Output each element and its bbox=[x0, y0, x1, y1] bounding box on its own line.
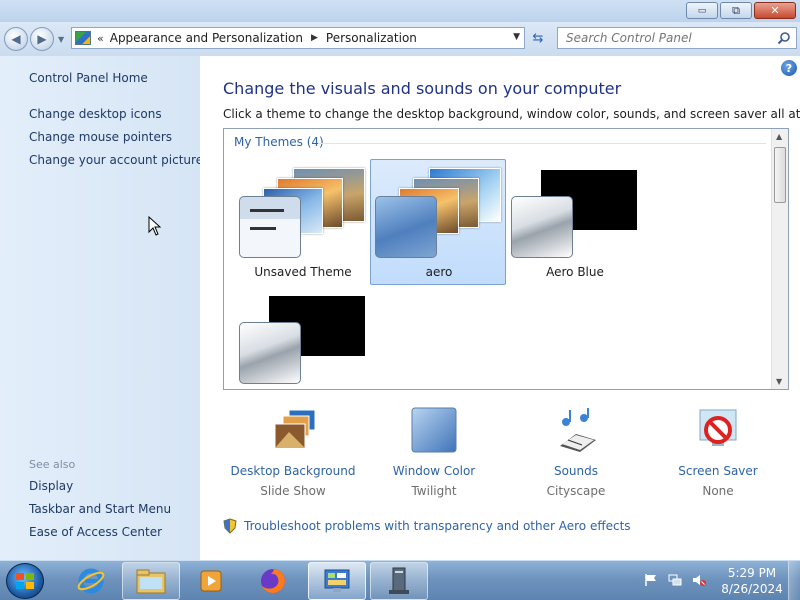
desktop-background-icon bbox=[274, 409, 316, 449]
setting-value: Twilight bbox=[411, 484, 457, 498]
theme-fourth[interactable] bbox=[234, 285, 370, 389]
taskbar-control-panel[interactable] bbox=[308, 562, 366, 600]
taskbar-start-menu-link[interactable]: Taskbar and Start Menu bbox=[29, 502, 171, 516]
group-divider bbox=[318, 143, 766, 144]
scroll-down-icon[interactable]: ▼ bbox=[776, 377, 782, 386]
taskbar-firefox[interactable] bbox=[244, 562, 302, 600]
control-panel-home-link[interactable]: Control Panel Home bbox=[29, 71, 148, 85]
internet-explorer-icon bbox=[77, 568, 105, 594]
address-dropdown-icon[interactable]: ▼ bbox=[513, 32, 520, 42]
show-desktop-button[interactable] bbox=[788, 561, 800, 600]
help-icon: ? bbox=[785, 61, 793, 75]
breadcrumb-separator-icon[interactable]: ▶ bbox=[311, 33, 318, 43]
windows-logo-icon bbox=[16, 573, 34, 589]
search-input[interactable] bbox=[558, 28, 768, 48]
ease-of-access-link[interactable]: Ease of Access Center bbox=[29, 525, 162, 539]
main-content: ? Change the visuals and sounds on your … bbox=[200, 56, 800, 560]
window-color-preview bbox=[239, 322, 301, 384]
window-color-preview bbox=[239, 196, 301, 258]
control-panel-icon bbox=[324, 569, 350, 592]
taskbar-media-player[interactable] bbox=[182, 562, 240, 600]
minimize-icon: ▭ bbox=[697, 5, 707, 16]
troubleshoot-aero-link[interactable]: Troubleshoot problems with transparency … bbox=[222, 518, 631, 534]
theme-list-scrollbar[interactable]: ▲ ▼ bbox=[771, 129, 788, 389]
taskbar-file-explorer[interactable] bbox=[122, 562, 180, 600]
action-center-flag-icon[interactable] bbox=[644, 573, 658, 587]
theme-label: aero bbox=[425, 265, 453, 279]
media-player-icon bbox=[200, 570, 222, 592]
firefox-icon bbox=[261, 569, 285, 593]
scroll-up-icon[interactable]: ▲ bbox=[776, 132, 782, 141]
maximize-button[interactable]: ⧉ bbox=[720, 2, 752, 19]
network-icon[interactable] bbox=[668, 573, 682, 587]
refresh-icon: ⇆ bbox=[532, 30, 544, 46]
search-box[interactable] bbox=[557, 27, 797, 49]
taskbar-internet-explorer[interactable] bbox=[62, 562, 120, 600]
forward-arrow-icon: ▶ bbox=[37, 32, 47, 46]
breadcrumb-personalization[interactable]: Personalization bbox=[326, 31, 417, 45]
display-link[interactable]: Display bbox=[29, 479, 73, 493]
my-themes-group-header[interactable]: My Themes (4) bbox=[234, 135, 324, 149]
change-desktop-icons-link[interactable]: Change desktop icons bbox=[29, 107, 162, 121]
theme-list: My Themes (4) Unsaved Theme aero Aero Bl… bbox=[223, 128, 789, 390]
page-description: Click a theme to change the desktop back… bbox=[223, 107, 800, 121]
preview-title-line bbox=[250, 209, 284, 212]
system-clock[interactable]: 5:29 PM 8/26/2024 bbox=[720, 565, 784, 597]
setting-value: Slide Show bbox=[260, 484, 326, 498]
system-icon bbox=[389, 567, 409, 594]
restore-icon: ⧉ bbox=[732, 3, 740, 17]
close-icon: ✕ bbox=[770, 4, 780, 17]
taskbar: 5:29 PM 8/26/2024 bbox=[0, 560, 800, 600]
setting-title[interactable]: Sounds bbox=[506, 464, 646, 478]
theme-aero-blue[interactable]: Aero Blue bbox=[506, 159, 642, 285]
setting-value: Cityscape bbox=[546, 484, 606, 498]
setting-value: None bbox=[702, 484, 734, 498]
address-overflow-icon[interactable]: « bbox=[97, 32, 104, 45]
help-button[interactable]: ? bbox=[781, 60, 797, 76]
title-bar: ▭ ⧉ ✕ bbox=[0, 0, 800, 22]
mouse-cursor-icon bbox=[148, 216, 162, 236]
taskbar-system[interactable] bbox=[370, 562, 428, 600]
refresh-button[interactable]: ⇆ bbox=[527, 27, 549, 49]
clock-date: 8/26/2024 bbox=[721, 582, 783, 596]
theme-label: Aero Blue bbox=[546, 265, 604, 279]
theme-label: Unsaved Theme bbox=[254, 265, 352, 279]
magnifier-icon[interactable] bbox=[777, 31, 791, 45]
scroll-thumb[interactable] bbox=[774, 147, 786, 203]
setting-title[interactable]: Window Color bbox=[364, 464, 504, 478]
minimize-button[interactable]: ▭ bbox=[686, 2, 718, 19]
change-mouse-pointers-link[interactable]: Change mouse pointers bbox=[29, 130, 172, 144]
breadcrumb-appearance[interactable]: Appearance and Personalization bbox=[110, 31, 303, 45]
control-panel-window: ▭ ⧉ ✕ ◀ ▶ ▼ « Appearance and Personaliza… bbox=[0, 0, 800, 560]
setting-title[interactable]: Desktop Background bbox=[223, 464, 363, 478]
window-controls: ▭ ⧉ ✕ bbox=[686, 2, 796, 19]
window-color-icon bbox=[411, 407, 457, 453]
theme-unsaved[interactable]: Unsaved Theme bbox=[234, 159, 370, 285]
theme-aero[interactable]: aero bbox=[370, 159, 506, 285]
back-arrow-icon: ◀ bbox=[11, 32, 21, 46]
see-also-label: See also bbox=[29, 458, 76, 471]
preview-content-line bbox=[250, 227, 276, 230]
change-account-picture-link[interactable]: Change your account picture bbox=[29, 153, 203, 167]
file-explorer-icon bbox=[136, 569, 166, 594]
address-bar[interactable]: « Appearance and Personalization ▶ Perso… bbox=[71, 27, 525, 49]
control-panel-icon bbox=[75, 31, 91, 45]
screen-saver-icon bbox=[699, 409, 737, 446]
back-button[interactable]: ◀ bbox=[4, 27, 28, 51]
page-title: Change the visuals and sounds on your co… bbox=[223, 79, 622, 98]
volume-muted-icon[interactable] bbox=[692, 573, 706, 587]
shield-icon bbox=[223, 518, 237, 534]
close-button[interactable]: ✕ bbox=[754, 2, 796, 19]
start-button[interactable] bbox=[6, 563, 44, 599]
clock-time: 5:29 PM bbox=[727, 566, 777, 580]
setting-title[interactable]: Screen Saver bbox=[648, 464, 788, 478]
troubleshoot-label[interactable]: Troubleshoot problems with transparency … bbox=[244, 519, 631, 533]
recent-pages-dropdown-icon[interactable]: ▼ bbox=[58, 35, 64, 44]
window-color-preview bbox=[375, 196, 437, 258]
forward-button[interactable]: ▶ bbox=[30, 27, 54, 51]
left-task-pane: Control Panel Home Change desktop icons … bbox=[0, 56, 203, 560]
window-color-preview bbox=[511, 196, 573, 258]
sounds-icon bbox=[560, 408, 596, 452]
